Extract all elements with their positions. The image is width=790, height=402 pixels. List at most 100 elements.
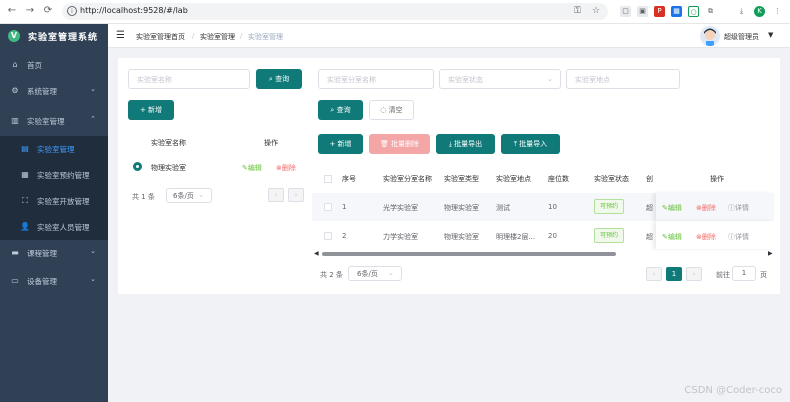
next-page-button[interactable]: › [686,267,702,281]
sidebar-item-system[interactable]: ⚙ 系统管理 ⌄ [0,78,108,104]
address-bar[interactable]: i http://localhost:9528/#/lab ⚿ ☆ [62,3,608,20]
gear-icon: ⚙ [11,86,19,95]
building-icon: ▥ [11,116,19,125]
select-all-checkbox[interactable] [324,175,332,183]
caret-down-icon[interactable]: ▼ [768,31,773,39]
sidebar-item-lab[interactable]: ▥ 实验室管理 ⌃ [0,108,108,134]
list-icon: ▤ [21,144,29,153]
breadcrumb-item[interactable]: 实验室管理 [200,32,235,42]
sidebar-item-label: 实验室预约管理 [37,171,90,180]
link-label: 删除 [281,164,296,172]
horizontal-scrollbar[interactable] [322,252,616,256]
plus-icon: + [139,106,149,114]
extension-icon[interactable]: ▦ [671,6,682,17]
trash-icon: 🗑 [379,140,392,148]
info-icon[interactable]: i [67,6,77,16]
breadcrumb-item[interactable]: 实验室管理首页 [136,32,185,42]
button-label: 新增 [337,140,352,148]
column-header: 实验室分室名称 [383,175,432,183]
key-icon[interactable]: ⚿ [574,6,581,16]
lab-name-search-input[interactable]: 实验室名称 [128,69,250,89]
edit-link[interactable]: ✎编辑 [662,203,682,213]
app-header: ☰ 实验室管理首页 / 实验室管理 / 实验室管理 超级管理员 ▼ [108,24,790,48]
column-header: 实验室状态 [594,175,629,183]
placeholder: 实验室分室名称 [327,76,376,84]
avatar[interactable] [700,26,720,46]
home-icon: ⌂ [12,60,18,69]
forward-icon[interactable]: → [24,5,36,17]
next-page-button[interactable]: › [288,188,304,202]
location-cell: 明理楼2层... [496,233,536,241]
sidebar-item-equipment[interactable]: ▭ 设备管理 ⌄ [0,268,108,294]
button-label: 批量导入 [519,140,548,148]
page-number-current[interactable]: 1 [666,267,682,281]
sidebar-item-label: 系统管理 [27,87,57,96]
page-size-select[interactable]: 6条/页 ⌄ [348,266,402,281]
prev-page-button[interactable]: ‹ [646,267,662,281]
user-icon: 👤 [20,222,30,231]
sidebar-item-course[interactable]: ▬ 课程管理 ⌄ [0,240,108,266]
extension-icon[interactable]: ▢ [620,6,631,17]
batch-export-button[interactable]: ⤓ 批量导出 [436,134,495,154]
row-checkbox[interactable] [324,232,332,240]
puzzle-icon[interactable]: ⧉ [705,6,716,17]
search-button[interactable]: ⌕ 查询 [256,69,302,89]
query-button[interactable]: ⌕ 查询 [318,100,363,120]
back-icon[interactable]: ← [6,5,18,17]
row-radio[interactable] [133,162,142,171]
button-label: 新增 [148,106,163,114]
scroll-right-icon[interactable]: ▶ [768,250,773,257]
lab-status-select[interactable]: 实验室状态 ⌄ [439,69,561,89]
link-label: 编辑 [667,204,682,212]
delete-link[interactable]: ⊗删除 [696,203,716,213]
fixed-actions-cell: ✎编辑 ⊗删除 ⓘ详情 [656,193,774,221]
batch-import-button[interactable]: ⤒ 批量导入 [501,134,560,154]
lab-location-input[interactable]: 实验室地点 [566,69,680,89]
clear-button[interactable]: ◌ 清空 [369,100,414,120]
detail-link[interactable]: ⓘ详情 [728,203,749,213]
sidebar-subitem-opening[interactable]: ⛶ 实验室开放管理 [0,188,108,214]
profile-avatar[interactable]: K [754,6,765,17]
chevron-down-icon: ⌄ [547,75,553,83]
extension-icon[interactable]: ▣ [637,6,648,17]
column-header: 操作 [264,139,278,147]
seats-cell: 10 [548,203,557,211]
room-name-input[interactable]: 实验室分室名称 [318,69,434,89]
chevron-down-icon: ⌄ [90,275,96,283]
edit-link[interactable]: ✎编辑 [662,232,682,242]
select-value: 6条/页 [173,192,194,200]
extension-icon[interactable]: ○ [688,6,699,17]
sidebar-subitem-lab-manage[interactable]: ▤ 实验室管理 [0,136,108,162]
hamburger-icon[interactable]: ☰ [116,30,125,41]
sidebar-subitem-reservation[interactable]: ▦ 实验室预约管理 [0,162,108,188]
pdf-extension-icon[interactable]: P [654,6,665,17]
url-text: http://localhost:9528/#/lab [80,6,188,15]
lab-name-cell: 物理实验室 [151,164,186,172]
sidebar-item-home[interactable]: ⌂ 首页 [0,52,108,78]
star-icon[interactable]: ☆ [592,6,600,16]
lab-list-card: 实验室名称 ⌕ 查询 + 新增 实验室名称 操作 物理实验室 ✎编辑 ⊗删除 共… [118,58,308,294]
download-icon[interactable]: ⤓ [736,6,747,17]
page-size-select[interactable]: 6条/页 ⌄ [166,188,212,203]
scroll-left-icon[interactable]: ◀ [314,250,319,257]
sidebar-subitem-personnel[interactable]: 👤 实验室人员管理 [0,214,108,240]
vue-logo-icon: V [8,30,20,42]
button-label: 查询 [336,106,351,114]
reload-icon[interactable]: ⟳ [42,5,54,17]
user-name[interactable]: 超级管理员 [724,32,759,42]
logo-row: V 实验室管理系统 [0,24,108,48]
edit-link[interactable]: ✎编辑 [242,163,262,173]
detail-link[interactable]: ⓘ详情 [728,232,749,242]
add-room-button[interactable]: + 新增 [318,134,363,154]
creator-cell: 超 [646,233,653,241]
sidebar-item-label: 设备管理 [27,277,57,286]
row-checkbox[interactable] [324,203,332,211]
delete-link[interactable]: ⊗删除 [696,232,716,242]
goto-page-input[interactable]: 1 [732,266,756,281]
batch-delete-button[interactable]: 🗑 批量删除 [369,134,430,154]
add-lab-button[interactable]: + 新增 [128,100,174,120]
calendar-icon: ▦ [21,170,29,179]
menu-dots-icon[interactable]: ⋮ [772,6,783,17]
delete-link[interactable]: ⊗删除 [276,163,296,173]
prev-page-button[interactable]: ‹ [268,188,284,202]
